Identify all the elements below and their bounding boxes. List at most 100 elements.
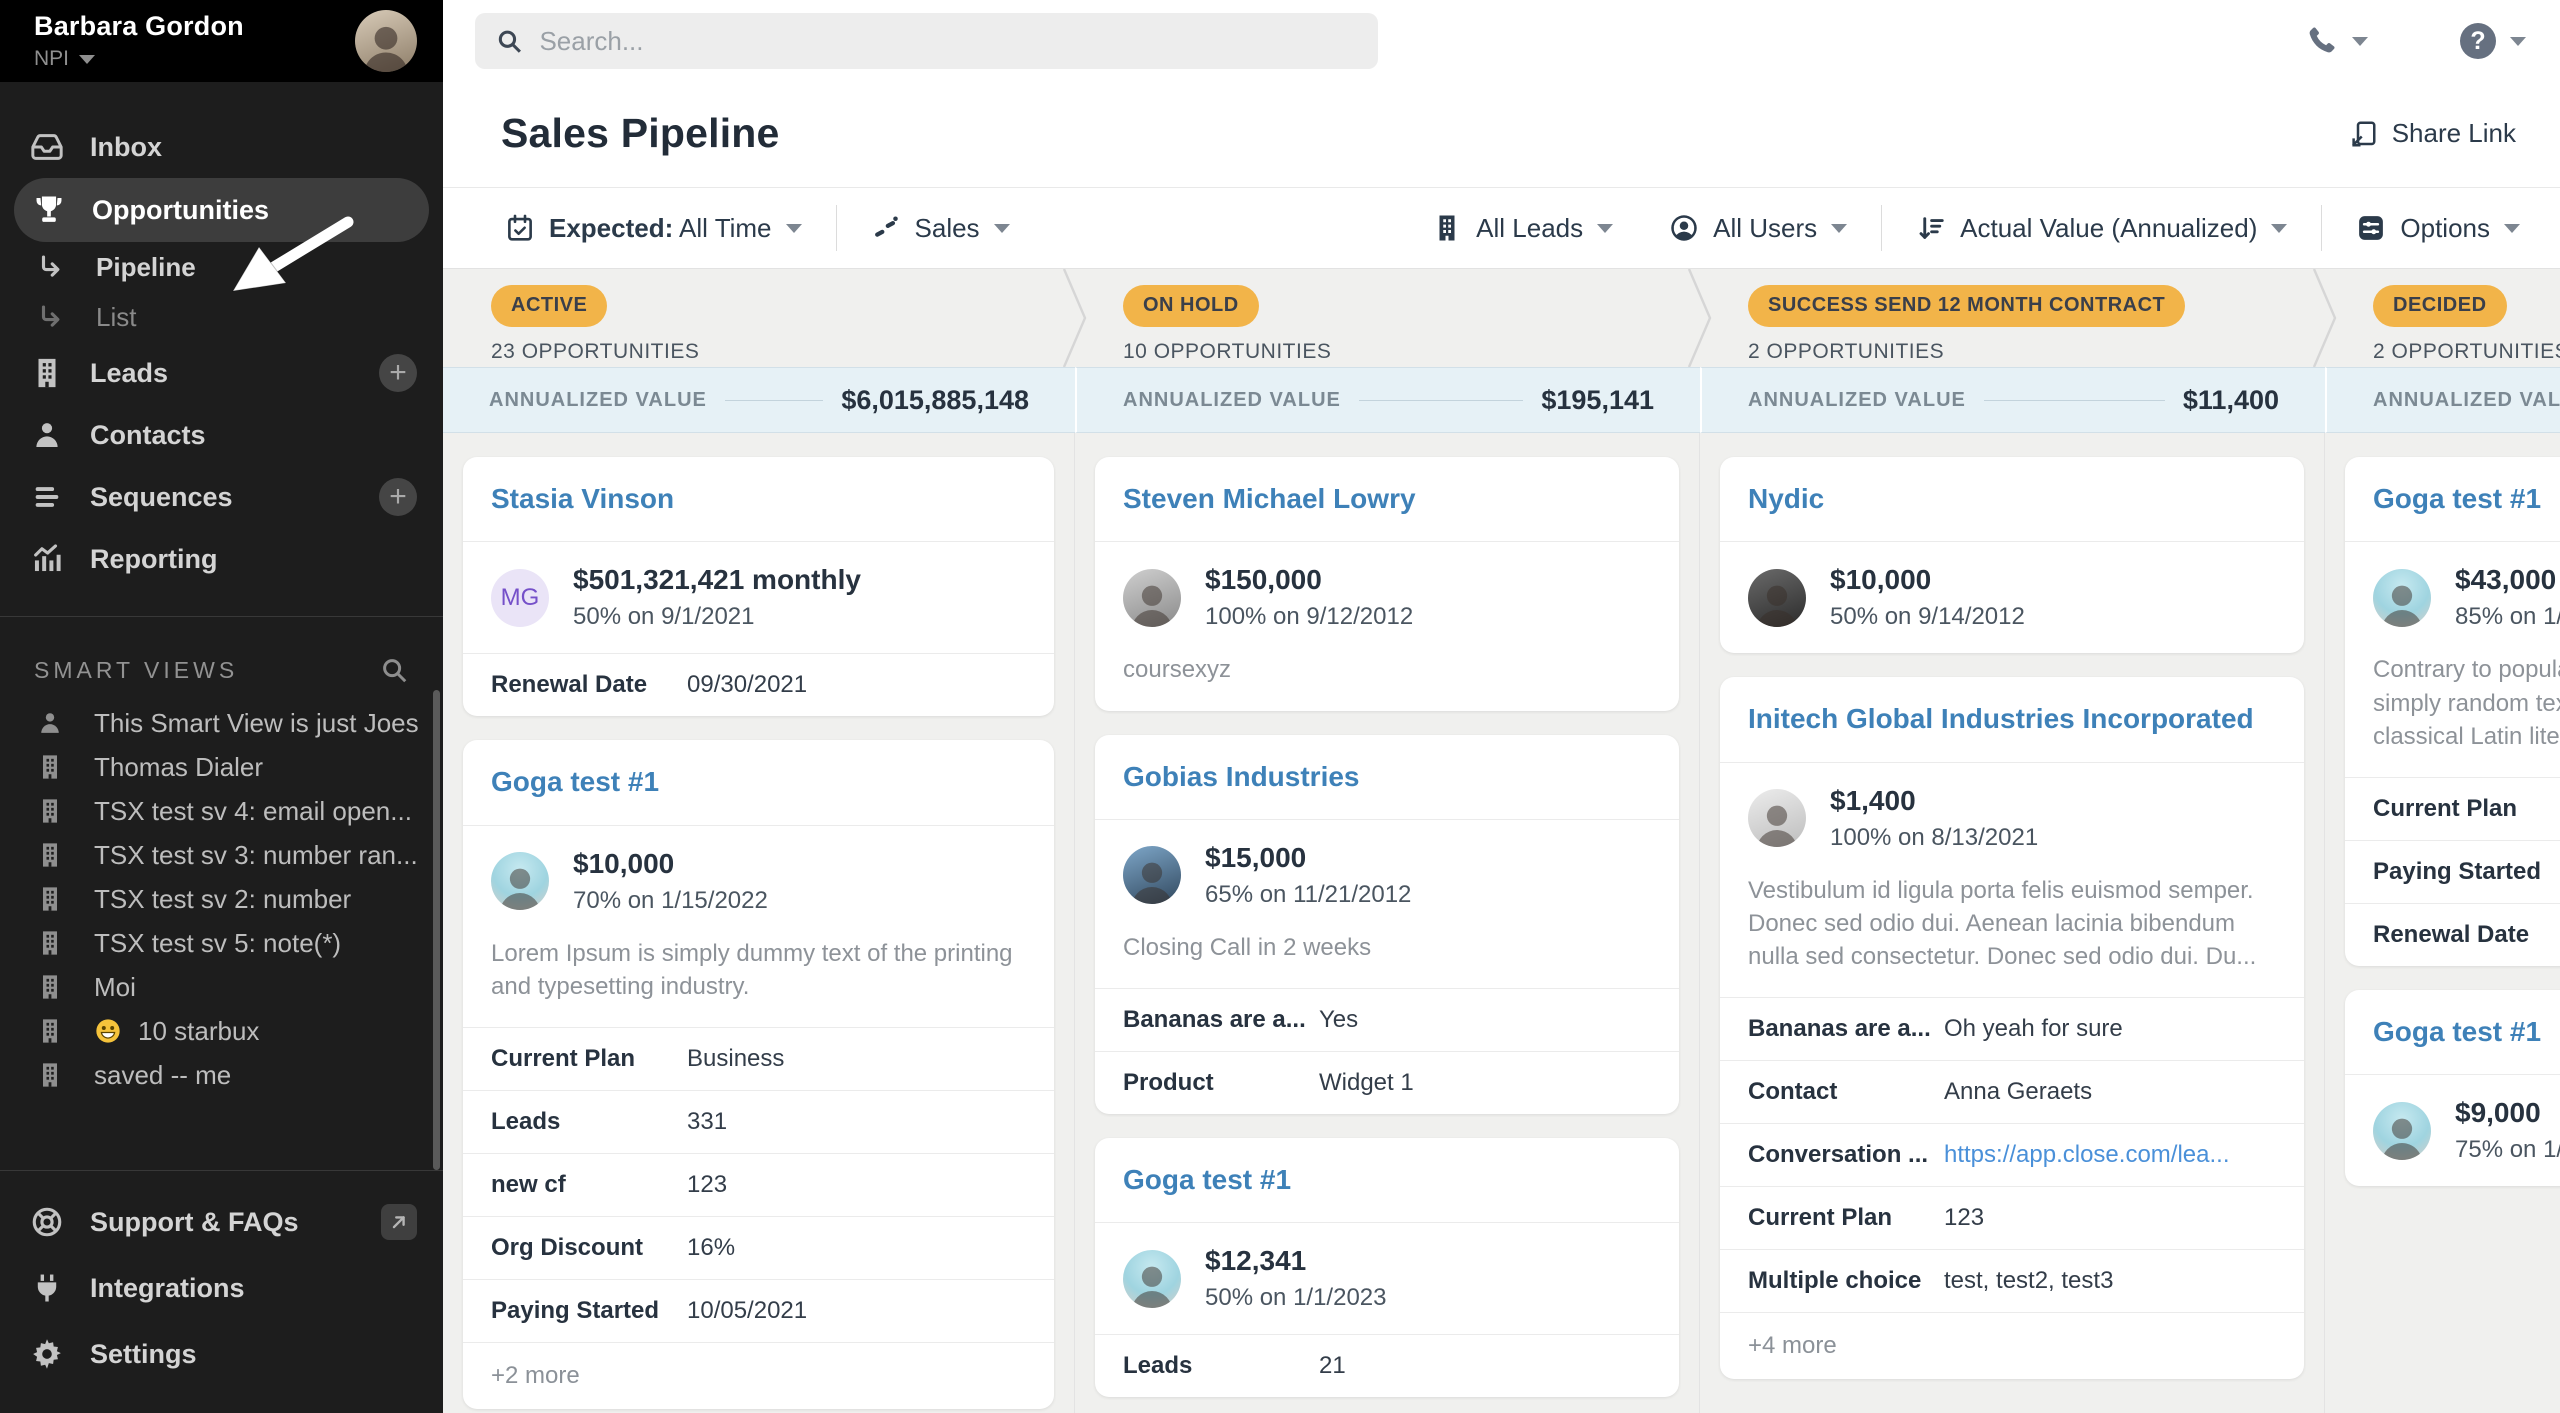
annualized-value: $6,015,885,148 <box>841 385 1029 416</box>
opportunity-card[interactable]: Gobias Industries $15,000 65% on 11/21/2… <box>1095 735 1679 1115</box>
leads-filter[interactable]: All Leads <box>1432 213 1613 244</box>
opportunity-card[interactable]: Initech Global Industries Incorporated $… <box>1720 677 2304 1379</box>
field-label: Multiple choice <box>1748 1267 1944 1295</box>
expected-filter[interactable]: Expected: All Time <box>505 213 802 244</box>
field-label: Leads <box>491 1108 687 1136</box>
field-row: Product Widget 1 <box>1095 1051 1679 1114</box>
share-link-label: Share Link <box>2392 118 2516 149</box>
opportunity-title[interactable]: Goga test #1 <box>463 740 1054 825</box>
smart-view-tsx-test-sv-4-email-open[interactable]: TSX test sv 4: email open... <box>0 789 443 833</box>
field-label: new cf <box>491 1171 687 1199</box>
column-divider-chevron <box>1688 269 1712 367</box>
smart-view-tsx-test-sv-5-note[interactable]: TSX test sv 5: note(*) <box>0 921 443 965</box>
opportunity-title[interactable]: Gobias Industries <box>1095 735 1679 820</box>
sidebar-scrollbar[interactable] <box>433 690 440 1170</box>
search-input[interactable] <box>539 26 1358 57</box>
opportunity-title[interactable]: Stasia Vinson <box>463 457 1054 542</box>
chevron-down-icon[interactable] <box>2352 37 2368 46</box>
sidebar-item-leads[interactable]: Leads + <box>0 342 443 404</box>
pipeline-filter[interactable]: Sales <box>871 213 1010 244</box>
sidebar-item-integrations[interactable]: Integrations <box>0 1255 443 1321</box>
sub-arrow-icon <box>34 252 68 282</box>
sidebar-item-list[interactable]: List <box>0 292 443 342</box>
opportunity-card[interactable]: Stasia Vinson MG $501,321,421 monthly 50… <box>463 457 1054 716</box>
opportunity-card[interactable]: Goga test #1 $43,000 85% on 1/24 Contrar… <box>2345 457 2560 966</box>
column-header: ON HOLD 10 OPPORTUNITIES <box>1075 269 1700 367</box>
phone-icon[interactable] <box>2304 24 2338 58</box>
field-label: Org Discount <box>491 1234 687 1262</box>
sidebar-item-settings[interactable]: Settings <box>0 1321 443 1387</box>
opportunity-note: Closing Call in 2 weeks <box>1095 917 1679 988</box>
sidebar-item-sequences[interactable]: Sequences + <box>0 466 443 528</box>
smart-view-thomas-dialer[interactable]: Thomas Dialer <box>0 745 443 789</box>
opportunity-title[interactable]: Goga test #1 <box>1095 1138 1679 1223</box>
chevron-down-icon <box>2504 224 2520 233</box>
smart-view-this-smart-view-is-just-joes[interactable]: This Smart View is just Joes <box>0 701 443 745</box>
sidebar-item-label: Sequences <box>90 482 233 513</box>
org-switcher[interactable]: NPI <box>34 47 355 71</box>
add-button[interactable]: + <box>379 478 417 516</box>
smart-views-title: SMART VIEWS <box>34 657 238 684</box>
opportunity-value: $10,000 <box>1830 564 2025 596</box>
search-box[interactable] <box>475 13 1378 69</box>
sidebar-item-inbox[interactable]: Inbox <box>0 116 443 178</box>
user-menu[interactable]: Barbara Gordon NPI <box>0 0 443 82</box>
opportunity-note: Lorem Ipsum is simply dummy text of the … <box>463 923 1054 1027</box>
avatar[interactable] <box>355 10 417 72</box>
opportunity-title[interactable]: Steven Michael Lowry <box>1095 457 1679 542</box>
opportunity-value-row: $43,000 85% on 1/24 <box>2345 542 2560 639</box>
users-filter[interactable]: All Users <box>1669 213 1847 244</box>
opportunity-title[interactable]: Goga test #1 <box>2345 457 2560 542</box>
sidebar-item-label: Pipeline <box>96 252 196 283</box>
smart-view-moi[interactable]: Moi <box>0 965 443 1009</box>
sort-filter[interactable]: Actual Value (Annualized) <box>1916 213 2287 244</box>
column-header: DECIDED 2 OPPORTUNITIES <box>2325 269 2560 367</box>
opportunity-confidence: 75% on 1/24 <box>2455 1136 2560 1164</box>
smart-view-saved-me[interactable]: saved -- me <box>0 1053 443 1097</box>
pipeline-board: ACTIVE 23 OPPORTUNITIES ANNUALIZED VALUE… <box>443 269 2560 1413</box>
field-value: 09/30/2021 <box>687 671 807 699</box>
person-icon <box>30 418 64 452</box>
chevron-down-icon <box>2271 224 2287 233</box>
opportunity-card[interactable]: Nydic $10,000 50% on 9/14/2012 <box>1720 457 2304 653</box>
opportunity-confidence: 85% on 1/24 <box>2455 603 2560 631</box>
search-icon[interactable] <box>379 655 409 685</box>
opportunity-title[interactable]: Nydic <box>1720 457 2304 542</box>
sidebar-item-label: Reporting <box>90 544 218 575</box>
field-row: Paying Started 10/05/2021 <box>463 1279 1054 1342</box>
smart-view-10-starbux[interactable]: 10 starbux <box>0 1009 443 1053</box>
opportunity-note: coursexyz <box>1095 639 1679 710</box>
opportunity-confidence: 50% on 9/14/2012 <box>1830 603 2025 631</box>
opportunity-confidence: 100% on 8/13/2021 <box>1830 824 2038 852</box>
add-button[interactable]: + <box>379 354 417 392</box>
annualized-value-label: ANNUALIZED VALUE <box>2373 389 2560 412</box>
smart-view-tsx-test-sv-2-number[interactable]: TSX test sv 2: number <box>0 877 443 921</box>
field-value-link[interactable]: https://app.close.com/lea... <box>1944 1141 2229 1169</box>
opportunity-title[interactable]: Goga test #1 <box>2345 990 2560 1075</box>
options-filter[interactable]: Options <box>2356 213 2520 244</box>
opportunity-card[interactable]: Steven Michael Lowry $150,000 100% on 9/… <box>1095 457 1679 711</box>
annualized-value-bar: ANNUALIZED VALUE $6,015,885,148 <box>443 367 1075 433</box>
opportunity-card[interactable]: Goga test #1 $9,000 75% on 1/24 <box>2345 990 2560 1186</box>
sidebar-item-label: Leads <box>90 358 168 389</box>
field-label: Current Plan <box>1748 1204 1944 1232</box>
help-icon[interactable]: ? <box>2460 23 2496 59</box>
field-value: Oh yeah for sure <box>1944 1015 2123 1043</box>
opportunity-card[interactable]: Goga test #1 $12,341 50% on 1/1/2023 Lea… <box>1095 1138 1679 1397</box>
sidebar-item-reporting[interactable]: Reporting <box>0 528 443 590</box>
sidebar-item-support-faqs[interactable]: Support & FAQs <box>0 1189 443 1255</box>
sidebar-item-contacts[interactable]: Contacts <box>0 404 443 466</box>
opportunity-value-row: $10,000 50% on 9/14/2012 <box>1720 542 2304 653</box>
share-link-button[interactable]: Share Link <box>2348 118 2516 149</box>
opportunity-card[interactable]: Goga test #1 $10,000 70% on 1/15/2022 Lo… <box>463 740 1054 1409</box>
sidebar-item-pipeline[interactable]: Pipeline <box>0 242 443 292</box>
sidebar-item-opportunities[interactable]: Opportunities <box>14 178 429 242</box>
smart-view-tsx-test-sv-3-number-ran[interactable]: TSX test sv 3: number ran... <box>0 833 443 877</box>
chevron-down-icon[interactable] <box>2510 37 2526 46</box>
opportunity-title[interactable]: Initech Global Industries Incorporated <box>1720 677 2304 762</box>
opportunity-value: $15,000 <box>1205 842 1411 874</box>
more-fields[interactable]: +2 more <box>463 1342 1054 1409</box>
field-row: Conversation ... https://app.close.com/l… <box>1720 1123 2304 1186</box>
column-header: ACTIVE 23 OPPORTUNITIES <box>443 269 1075 367</box>
more-fields[interactable]: +4 more <box>1720 1312 2304 1379</box>
